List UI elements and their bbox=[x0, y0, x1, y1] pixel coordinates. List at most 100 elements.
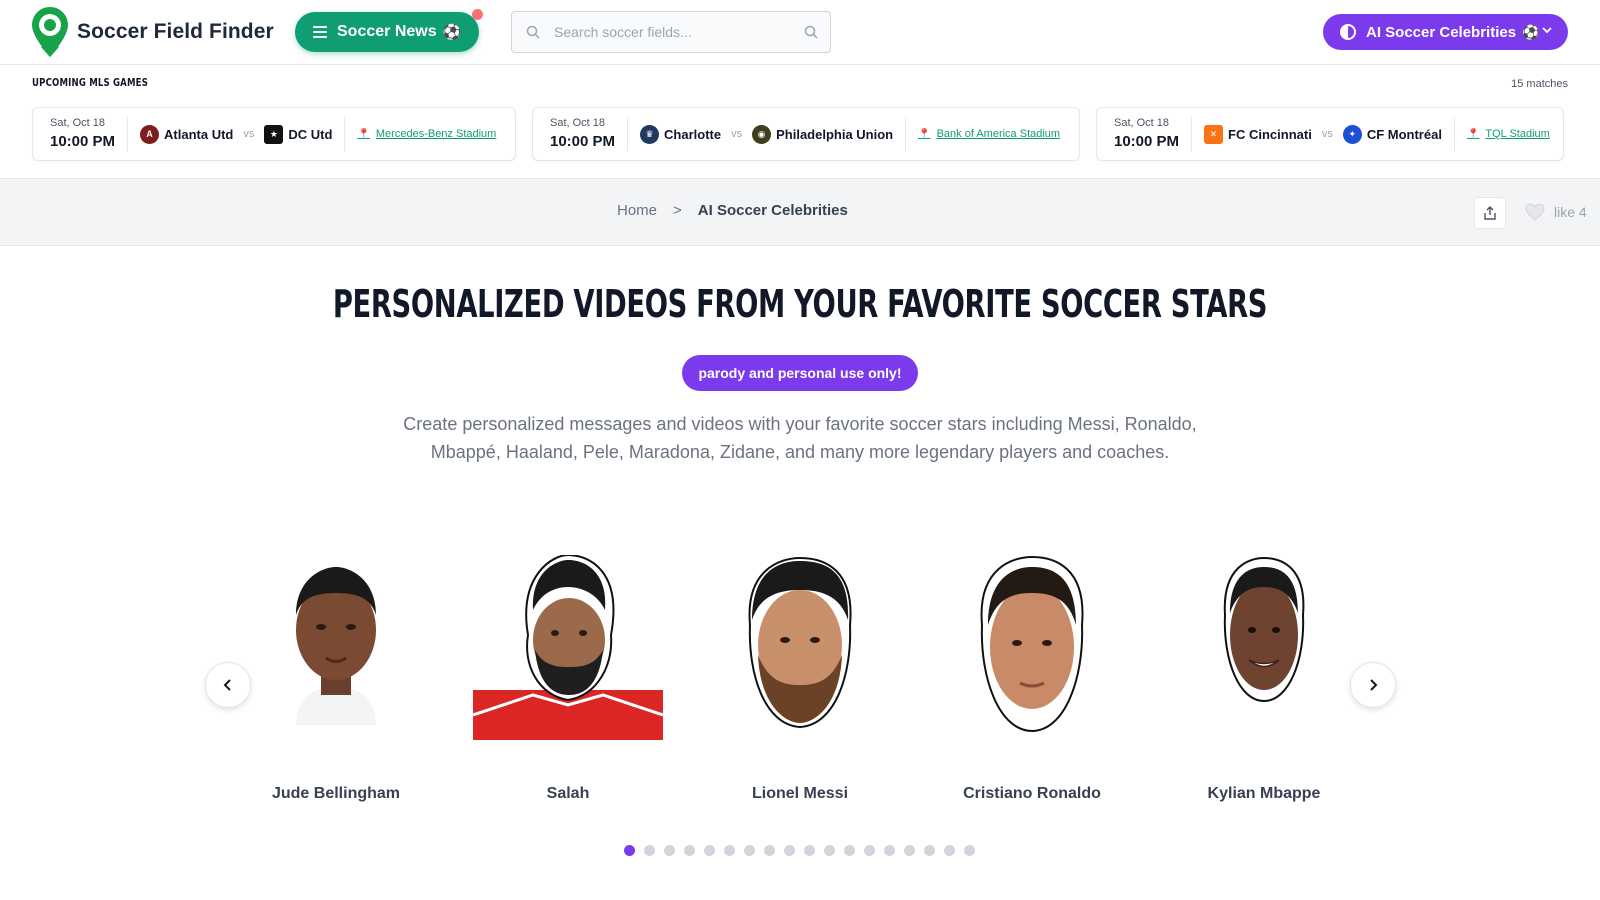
home-team-name: FC Cincinnati bbox=[1228, 126, 1312, 142]
away-team: ◉ Philadelphia Union bbox=[752, 124, 894, 144]
map-pin-logo-icon bbox=[32, 7, 68, 57]
search-icon bbox=[526, 25, 540, 39]
cincinnati-crest-icon: ✕ bbox=[1204, 124, 1224, 144]
player-portrait bbox=[932, 555, 1132, 745]
player-card[interactable]: Jude Bellingham bbox=[236, 555, 436, 802]
carousel-dot[interactable] bbox=[784, 845, 795, 856]
search-input[interactable] bbox=[554, 24, 794, 40]
game-date: Sat, Oct 18 bbox=[550, 117, 606, 130]
breadcrumb-bar: Home > AI Soccer Celebrities like 4 bbox=[0, 178, 1600, 246]
divider bbox=[905, 117, 907, 151]
player-portrait bbox=[1164, 555, 1364, 745]
player-name: Jude Bellingham bbox=[271, 785, 401, 802]
player-photo-mbappe bbox=[1223, 556, 1305, 703]
carousel-dot[interactable] bbox=[624, 845, 635, 856]
game-time: 10:00 PM bbox=[1114, 132, 1180, 150]
soccer-news-label: Soccer News bbox=[337, 23, 437, 40]
vs-label: vs bbox=[1321, 128, 1333, 140]
carousel-dot[interactable] bbox=[904, 845, 915, 856]
share-icon bbox=[1484, 206, 1496, 220]
ai-celebrities-label: AI Soccer Celebrities bbox=[1366, 23, 1517, 41]
chevron-right-icon bbox=[1370, 679, 1378, 691]
breadcrumb-home-link[interactable]: Home bbox=[617, 202, 657, 219]
home-team: ✕ FC Cincinnati bbox=[1204, 124, 1312, 144]
carousel-dot[interactable] bbox=[764, 845, 775, 856]
chevron-down-icon bbox=[1542, 27, 1552, 34]
game-date: Sat, Oct 18 bbox=[50, 117, 106, 130]
player-card[interactable]: Kylian Mbappe bbox=[1164, 555, 1364, 802]
like-count: like 4 bbox=[1554, 204, 1587, 220]
search-submit-icon[interactable] bbox=[804, 25, 818, 39]
chevron-left-icon bbox=[223, 679, 231, 691]
player-card[interactable]: Salah bbox=[468, 555, 668, 802]
player-name: Salah bbox=[546, 785, 590, 802]
charlotte-crest-icon: ♛ bbox=[640, 124, 660, 144]
carousel-dot[interactable] bbox=[964, 845, 975, 856]
ai-celebrities-dropdown[interactable]: AI Soccer Celebrities ⚽ bbox=[1323, 14, 1568, 50]
breadcrumb-separator: > bbox=[673, 202, 682, 219]
divider bbox=[127, 117, 129, 151]
away-team: ★ DC Utd bbox=[264, 124, 332, 144]
player-card[interactable]: Lionel Messi bbox=[700, 555, 900, 802]
carousel-pagination bbox=[624, 845, 984, 856]
carousel-dot[interactable] bbox=[744, 845, 755, 856]
home-team: A Atlanta Utd bbox=[140, 124, 234, 144]
home-team-name: Charlotte bbox=[664, 126, 722, 142]
game-card[interactable]: Sat, Oct 18 10:00 PM ♛ Charlotte vs ◉ Ph… bbox=[532, 107, 1080, 161]
game-card[interactable]: Sat, Oct 18 10:00 PM ✕ FC Cincinnati vs … bbox=[1096, 107, 1564, 161]
carousel-dot[interactable] bbox=[864, 845, 875, 856]
philadelphia-crest-icon: ◉ bbox=[752, 124, 772, 144]
divider bbox=[1453, 117, 1455, 151]
divider bbox=[627, 117, 629, 151]
away-team-name: CF Montréal bbox=[1366, 126, 1442, 142]
atlanta-crest-icon: A bbox=[140, 124, 160, 144]
page-title: Personalized Videos From Your Favorite S… bbox=[332, 282, 1268, 326]
contrast-icon bbox=[1340, 24, 1356, 40]
player-portrait bbox=[236, 555, 436, 745]
carousel-next-button[interactable] bbox=[1350, 662, 1396, 708]
dc-united-crest-icon: ★ bbox=[264, 124, 284, 144]
breadcrumb-current: AI Soccer Celebrities bbox=[697, 202, 848, 219]
carousel-dot[interactable] bbox=[824, 845, 835, 856]
game-card[interactable]: Sat, Oct 18 10:00 PM A Atlanta Utd vs ★ … bbox=[32, 107, 516, 161]
carousel-dot[interactable] bbox=[804, 845, 815, 856]
player-card[interactable]: Cristiano Ronaldo bbox=[932, 555, 1132, 802]
carousel-dot[interactable] bbox=[944, 845, 955, 856]
player-portrait bbox=[700, 555, 900, 745]
soccer-ball-icon: ⚽ bbox=[442, 24, 462, 41]
logo[interactable]: Soccer Field Finder bbox=[31, 6, 274, 58]
venue-link[interactable]: 📍 Mercedes-Benz Stadium bbox=[357, 128, 496, 140]
carousel-dot[interactable] bbox=[724, 845, 735, 856]
venue-link[interactable]: 📍 Bank of America Stadium bbox=[918, 128, 1060, 140]
logo-text: Soccer Field Finder bbox=[77, 20, 274, 43]
game-time: 10:00 PM bbox=[50, 132, 116, 150]
soccer-news-button[interactable]: Soccer News ⚽ bbox=[295, 12, 479, 52]
vs-label: vs bbox=[243, 128, 255, 140]
menu-icon bbox=[313, 26, 327, 38]
player-photo-salah bbox=[473, 555, 663, 740]
divider bbox=[1191, 117, 1193, 151]
carousel-dot[interactable] bbox=[684, 845, 695, 856]
like-button[interactable]: like 4 bbox=[1525, 203, 1587, 221]
game-date: Sat, Oct 18 bbox=[1114, 117, 1170, 130]
carousel-dot[interactable] bbox=[884, 845, 895, 856]
location-pin-icon: 📍 bbox=[357, 128, 370, 140]
heart-icon bbox=[1525, 203, 1545, 221]
venue-link[interactable]: 📍 TQL Stadium bbox=[1467, 128, 1550, 140]
home-team: ♛ Charlotte bbox=[640, 124, 722, 144]
location-pin-icon: 📍 bbox=[918, 128, 931, 140]
carousel-dot[interactable] bbox=[664, 845, 675, 856]
share-button[interactable] bbox=[1474, 197, 1506, 229]
home-team-name: Atlanta Utd bbox=[164, 126, 234, 142]
carousel-dot[interactable] bbox=[844, 845, 855, 856]
carousel-dot[interactable] bbox=[704, 845, 715, 856]
player-photo-bellingham bbox=[296, 567, 376, 725]
carousel-dot[interactable] bbox=[644, 845, 655, 856]
location-pin-icon: 📍 bbox=[1466, 128, 1480, 140]
carousel-dot[interactable] bbox=[924, 845, 935, 856]
page-description: Create personalized messages and videos … bbox=[403, 414, 1197, 462]
away-team: ✦ CF Montréal bbox=[1342, 124, 1442, 144]
game-datetime: Sat, Oct 18 10:00 PM bbox=[1114, 117, 1179, 150]
player-portrait bbox=[468, 555, 668, 745]
away-team-name: Philadelphia Union bbox=[776, 126, 894, 142]
